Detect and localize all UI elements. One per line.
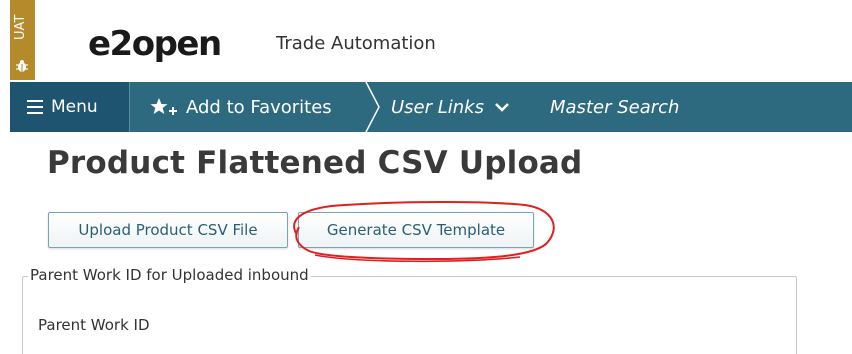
star-plus-icon: [150, 98, 177, 115]
upload-product-csv-button[interactable]: Upload Product CSV File: [48, 212, 288, 248]
master-search-link[interactable]: Master Search: [550, 82, 679, 132]
hamburger-icon: [27, 100, 43, 114]
parent-work-id-fieldset: [22, 276, 797, 354]
page-title: Product Flattened CSV Upload: [47, 145, 583, 181]
fieldset-legend: Parent Work ID for Uploaded inbound: [28, 266, 311, 284]
user-links-label: User Links: [391, 96, 484, 118]
menu-button[interactable]: Menu: [10, 82, 129, 132]
add-to-favorites-button[interactable]: Add to Favorites: [150, 82, 332, 132]
app-name: Trade Automation: [276, 33, 436, 54]
chevron-down-icon: [495, 103, 509, 112]
parent-work-id-label: Parent Work ID: [38, 316, 150, 334]
add-to-favorites-label: Add to Favorites: [186, 96, 332, 118]
environment-badge: UAT: [10, 0, 35, 80]
environment-label: UAT: [13, 14, 28, 40]
menu-label: Menu: [51, 97, 98, 117]
bug-icon: [16, 60, 28, 72]
generate-csv-template-button[interactable]: Generate CSV Template: [298, 212, 534, 248]
e2open-logo[interactable]: e2open: [88, 24, 222, 64]
user-links-dropdown[interactable]: User Links: [391, 82, 510, 132]
master-search-label: Master Search: [550, 96, 680, 118]
breadcrumb-separator-icon: [365, 82, 380, 132]
app-header: UAT e2open Trade Automation: [0, 0, 852, 82]
main-nav-bar: Menu Add to Favorites User Links Master …: [10, 82, 852, 132]
nav-divider: [129, 82, 130, 132]
